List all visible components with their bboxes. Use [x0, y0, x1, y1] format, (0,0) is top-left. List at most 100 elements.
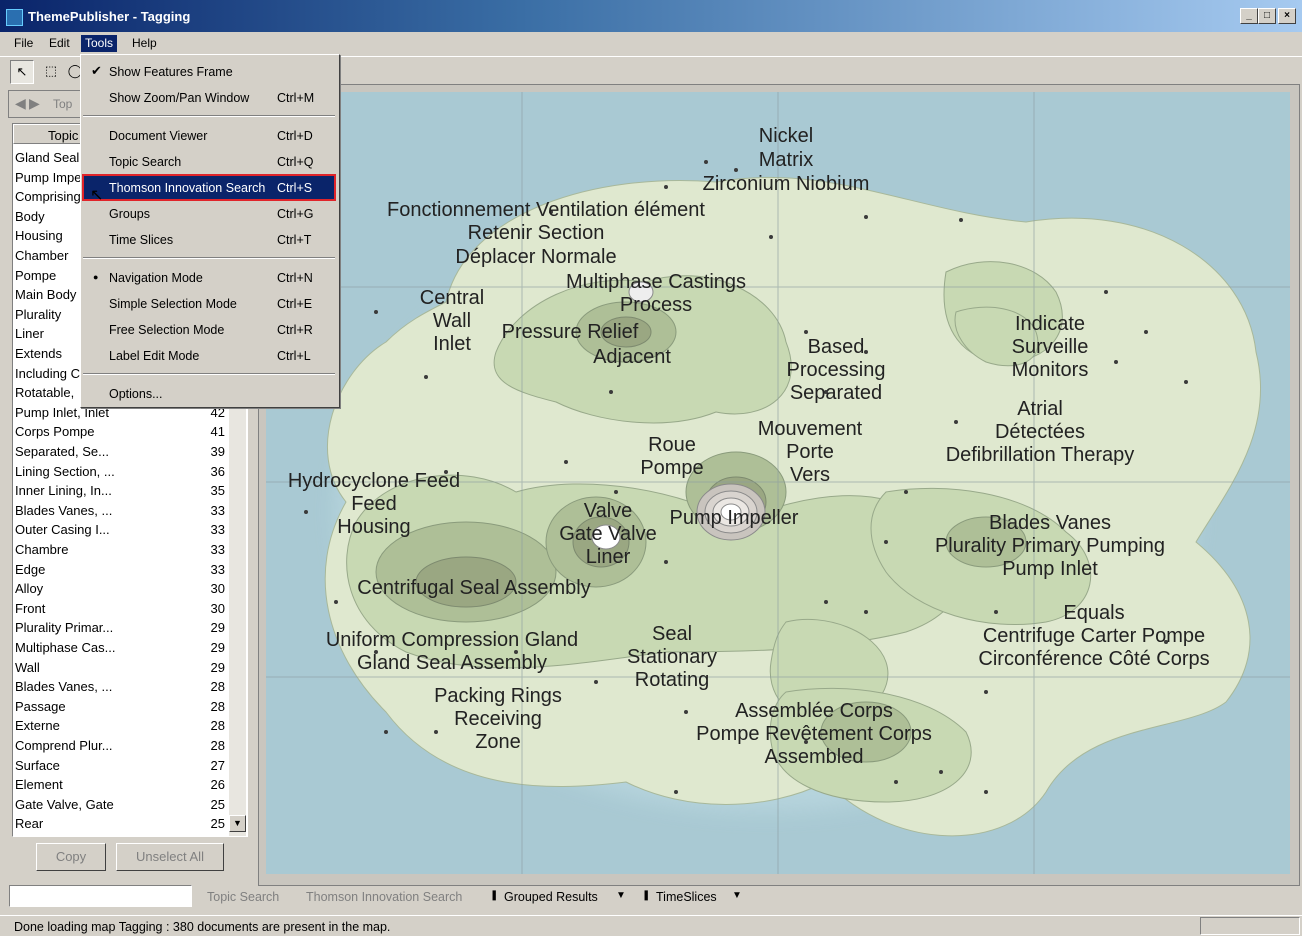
map-label[interactable]: Porte [786, 441, 834, 463]
map-label[interactable]: Processing [787, 359, 886, 381]
map-label[interactable]: Pump Impeller [670, 507, 799, 529]
map-label[interactable]: Fonctionnement Ventilation élément [387, 199, 705, 221]
map-label[interactable]: Hydrocyclone Feed [288, 470, 460, 492]
topic-search-link[interactable]: Topic Search [207, 890, 279, 904]
list-item[interactable]: Edge 33 [13, 560, 227, 580]
list-item[interactable]: Alloy 30 [13, 579, 227, 599]
menu-item-thomson-innovation-search[interactable]: Thomson Innovation Search Ctrl+S [82, 174, 336, 201]
list-item[interactable]: Externe 28 [13, 716, 227, 736]
timeslices-chevron-down-icon[interactable]: ▼ [732, 890, 742, 901]
map-label[interactable]: Matrix [759, 149, 813, 171]
map-label[interactable]: Stationary [627, 646, 717, 668]
list-item[interactable]: Passage 28 [13, 697, 227, 717]
map-label[interactable]: Packing Rings [434, 685, 562, 707]
map-label[interactable]: Feed [351, 493, 397, 515]
menu-help[interactable]: Help [128, 35, 161, 52]
menu-item-show-features-frame[interactable]: ✔ Show Features Frame [83, 59, 335, 84]
menu-item-options[interactable]: Options... [83, 381, 335, 406]
list-item[interactable]: Lining Section, ... 36 [13, 462, 227, 482]
back-icon[interactable]: ◀ [15, 95, 26, 112]
list-item[interactable]: Front 30 [13, 599, 227, 619]
menu-item-simple-selection-mode[interactable]: Simple Selection Mode Ctrl+E [83, 291, 335, 316]
map-label[interactable]: Receiving [454, 708, 542, 730]
map-label[interactable]: Centrifugal Seal Assembly [357, 577, 590, 599]
menu-item-label-edit-mode[interactable]: Label Edit Mode Ctrl+L [83, 343, 335, 368]
map-label[interactable]: Pump Inlet [1002, 558, 1098, 580]
list-item[interactable]: Corps Pompe 41 [13, 422, 227, 442]
menu-item-topic-search[interactable]: Topic Search Ctrl+Q [83, 149, 335, 174]
timeslices-dropdown[interactable]: TimeSlices [656, 890, 717, 904]
map-label[interactable]: Central [420, 287, 484, 309]
map-label[interactable]: Assembled [765, 746, 864, 768]
map-label[interactable]: Separated [790, 382, 882, 404]
map-label[interactable]: Rotating [635, 669, 710, 691]
menu-item-show-zoom-pan-window[interactable]: Show Zoom/Pan Window Ctrl+M [83, 85, 335, 110]
grouped-results-dropdown[interactable]: Grouped Results [504, 890, 598, 904]
map-label[interactable]: Wall [433, 310, 471, 332]
map-label[interactable]: Blades Vanes [989, 512, 1111, 534]
theme-map[interactable]: NickelMatrixZirconium Niobium Fonctionnem… [266, 92, 1290, 874]
copy-button[interactable]: Copy [36, 843, 106, 871]
minimize-button[interactable]: _ [1240, 8, 1258, 24]
map-label[interactable]: Zirconium Niobium [703, 173, 870, 195]
maximize-button[interactable]: □ [1258, 8, 1276, 24]
map-label[interactable]: Based [808, 336, 865, 358]
map-label[interactable]: Vers [790, 464, 830, 486]
map-label[interactable]: Uniform Compression Gland [326, 629, 578, 651]
menu-item-navigation-mode[interactable]: ● Navigation Mode Ctrl+N [83, 265, 335, 290]
list-item[interactable]: Separated, Se... 39 [13, 442, 227, 462]
map-label[interactable]: Plurality Primary Pumping [935, 535, 1165, 557]
map-label[interactable]: Process [620, 294, 692, 316]
forward-icon[interactable]: ▶ [29, 95, 40, 112]
unselect-all-button[interactable]: Unselect All [116, 843, 224, 871]
map-label[interactable]: Zone [475, 731, 521, 753]
grouped-chevron-down-icon[interactable]: ▼ [616, 890, 626, 901]
map-label[interactable]: Gland Seal Assembly [357, 652, 547, 674]
map-label[interactable]: Retenir Section [468, 222, 605, 244]
list-item[interactable]: Blades Vanes, ... 33 [13, 501, 227, 521]
map-label[interactable]: Mouvement [758, 418, 863, 440]
map-label[interactable]: Indicate [1015, 313, 1085, 335]
menu-item-time-slices[interactable]: Time Slices Ctrl+T [83, 227, 335, 252]
scroll-down-icon[interactable]: ▼ [229, 815, 246, 832]
map-label[interactable]: Housing [337, 516, 410, 538]
map-label[interactable]: Assemblée Corps [735, 700, 893, 722]
menu-item-document-viewer[interactable]: Document Viewer Ctrl+D [83, 123, 335, 148]
map-label[interactable]: Valve [584, 500, 633, 522]
map-label[interactable]: Déplacer Normale [455, 246, 616, 268]
map-label[interactable]: Nickel [759, 125, 813, 147]
map-label[interactable]: Inlet [433, 333, 471, 355]
map-label[interactable]: Liner [586, 546, 631, 568]
map-label[interactable]: Roue [648, 434, 696, 456]
rect-select-icon[interactable]: ⬚ [40, 60, 62, 82]
map-label[interactable]: Multiphase Castings [566, 271, 746, 293]
map-label[interactable]: Circonférence Côté Corps [978, 648, 1209, 670]
pointer-tool-icon[interactable]: ↖ [10, 60, 34, 84]
map-label[interactable]: Gate Valve [559, 523, 656, 545]
map-label[interactable]: Defibrillation Therapy [946, 444, 1135, 466]
menu-tools[interactable]: Tools [81, 35, 118, 52]
map-label[interactable]: Seal [652, 623, 692, 645]
map-label[interactable]: Détectées [995, 421, 1085, 443]
map-label[interactable]: Pompe [640, 457, 703, 479]
map-label[interactable]: Atrial [1017, 398, 1063, 420]
map-label[interactable]: Monitors [1012, 359, 1089, 381]
list-item[interactable]: Gate Valve, Gate 25 [13, 795, 227, 815]
list-item[interactable]: Surface 27 [13, 756, 227, 776]
menu-item-groups[interactable]: Groups Ctrl+G [83, 201, 335, 226]
map-label[interactable]: Pressure Relief [502, 321, 639, 343]
map-label[interactable]: Adjacent [593, 346, 671, 368]
list-item[interactable]: Chambre 33 [13, 540, 227, 560]
map-label[interactable]: Pompe Revêtement Corps [696, 723, 932, 745]
menu-file[interactable]: File [10, 35, 37, 52]
list-item[interactable]: Outer Casing I... 33 [13, 520, 227, 540]
list-item[interactable]: Rear 25 [13, 814, 227, 834]
list-item[interactable]: Plurality Primar... 29 [13, 618, 227, 638]
list-item[interactable]: Inner Lining, In... 35 [13, 481, 227, 501]
list-item[interactable]: Element 26 [13, 775, 227, 795]
list-item[interactable]: Comprend Plur... 28 [13, 736, 227, 756]
close-button[interactable]: × [1278, 8, 1296, 24]
menu-edit[interactable]: Edit [45, 35, 74, 52]
list-item[interactable]: Multiphase Cas... 29 [13, 638, 227, 658]
list-item[interactable]: Wall 29 [13, 658, 227, 678]
